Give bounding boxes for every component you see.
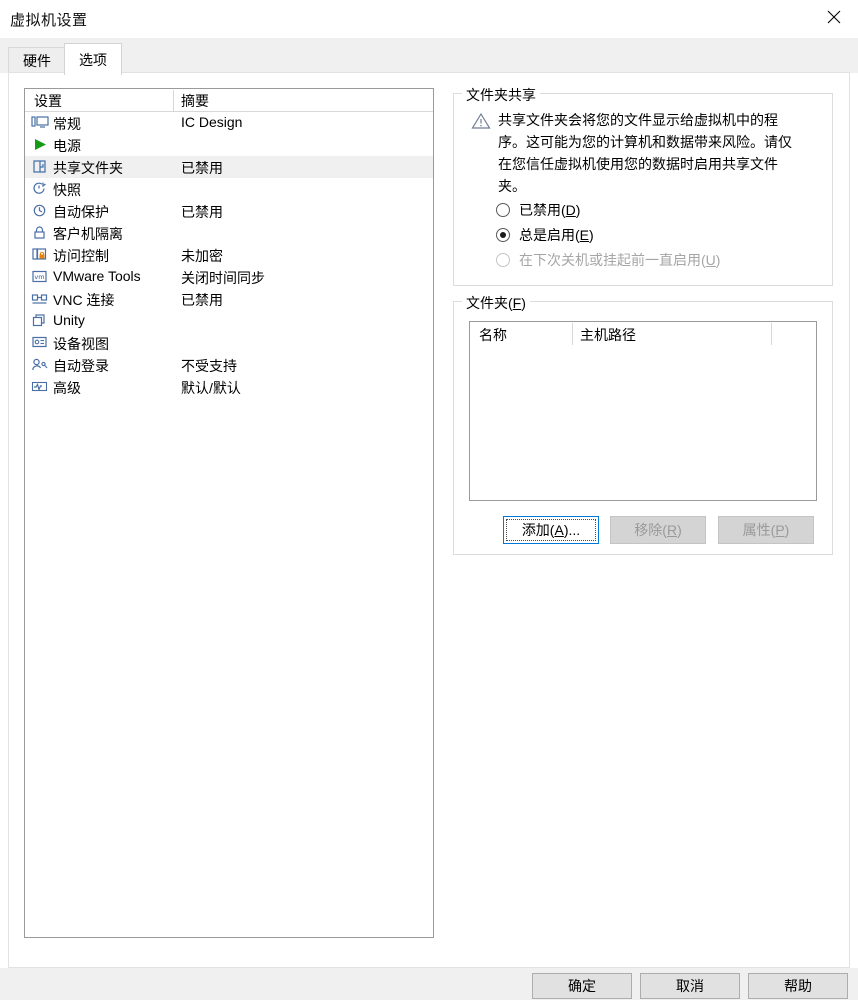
settings-row-summary: 未加密 xyxy=(181,248,223,264)
advanced-wave-icon xyxy=(31,379,49,395)
radio-until-shutdown: 在下次关机或挂起前一直启用(U) xyxy=(496,248,720,272)
cancel-button[interactable]: 取消 xyxy=(640,973,740,999)
cancel-button-label: 取消 xyxy=(676,978,704,994)
settings-row-label: VMware Tools xyxy=(53,268,141,284)
folder-sharing-warning-text: 共享文件夹会将您的文件显示给虚拟机中的程序。这可能为您的计算机和数据带来风险。请… xyxy=(498,112,792,194)
settings-row-label: 客户机隔离 xyxy=(53,226,123,242)
settings-row-summary: 已禁用 xyxy=(181,204,223,220)
column-header-name: 名称 xyxy=(479,327,507,343)
folder-sharing-legend: 文件夹共享 xyxy=(462,85,540,105)
remove-folder-button: 移除(R) xyxy=(610,516,706,544)
warning-triangle-icon xyxy=(471,112,491,130)
radio-mark-icon xyxy=(496,228,510,242)
column-divider xyxy=(173,90,174,111)
snapshot-clock-icon xyxy=(31,181,49,197)
help-button[interactable]: 帮助 xyxy=(748,973,848,999)
tab-options[interactable]: 选项 xyxy=(64,43,122,75)
settings-row-label: 访问控制 xyxy=(53,248,109,264)
lock-icon xyxy=(31,225,49,241)
shared-folders-table-header: 名称 主机路径 xyxy=(470,322,816,346)
settings-row-summary: 不受支持 xyxy=(181,358,237,374)
tab-hardware[interactable]: 硬件 xyxy=(8,47,66,74)
radio-always-enabled[interactable]: 总是启用(E) xyxy=(496,223,594,247)
radio-disabled[interactable]: 已禁用(D) xyxy=(496,198,580,222)
folder-sharing-group: 文件夹共享 共享文件夹会将您的文件显示给虚拟机中的程序。这可能为您的计算机和数据… xyxy=(453,85,833,286)
radio-until-shutdown-label: 在下次关机或挂起前一直启用(U) xyxy=(519,252,721,268)
settings-row-general[interactable]: 常规 IC Design xyxy=(25,112,433,134)
column-divider xyxy=(771,323,772,345)
window-title: 虚拟机设置 xyxy=(10,12,88,29)
settings-row-power[interactable]: 电源 xyxy=(25,134,433,156)
settings-row-label: 自动保护 xyxy=(53,204,109,220)
settings-row-summary: 已禁用 xyxy=(181,160,223,176)
settings-list-header: 设置 摘要 xyxy=(25,89,433,112)
ok-button[interactable]: 确定 xyxy=(532,973,632,999)
close-button[interactable] xyxy=(812,0,858,32)
title-bar: 虚拟机设置 xyxy=(0,0,858,38)
settings-row-autoprotect[interactable]: 自动保护 已禁用 xyxy=(25,200,433,222)
settings-row-auto-login[interactable]: 自动登录 不受支持 xyxy=(25,354,433,376)
settings-row-vnc[interactable]: VNC 连接 已禁用 xyxy=(25,288,433,310)
settings-row-snapshot[interactable]: 快照 xyxy=(25,178,433,200)
radio-mark-icon xyxy=(496,253,510,267)
settings-row-summary: IC Design xyxy=(181,114,243,130)
settings-row-summary: 关闭时间同步 xyxy=(181,270,265,286)
settings-row-label: 快照 xyxy=(53,182,81,198)
vnc-network-icon xyxy=(31,291,49,307)
settings-row-device-view[interactable]: 设备视图 xyxy=(25,332,433,354)
tab-strip: 硬件 选项 xyxy=(0,38,858,75)
settings-row-access-control[interactable]: 访问控制 未加密 xyxy=(25,244,433,266)
settings-row-shared-folders[interactable]: 共享文件夹 已禁用 xyxy=(25,156,433,178)
column-divider xyxy=(572,323,573,345)
column-header-setting: 设置 xyxy=(34,93,62,109)
shared-folder-icon xyxy=(31,159,49,175)
settings-row-label: 常规 xyxy=(53,116,81,132)
column-header-host-path: 主机路径 xyxy=(580,327,636,343)
folder-properties-button: 属性(P) xyxy=(718,516,814,544)
vmware-tools-icon: vm xyxy=(31,269,49,285)
folder-properties-label: 属性(P) xyxy=(742,522,790,538)
settings-row-label: 电源 xyxy=(53,138,81,154)
device-view-icon xyxy=(31,335,49,351)
dialog-footer: 确定 取消 帮助 xyxy=(0,968,858,1000)
shared-folders-table[interactable]: 名称 主机路径 xyxy=(469,321,817,501)
ok-button-label: 确定 xyxy=(568,978,596,994)
monitor-icon xyxy=(31,115,49,131)
auto-login-user-icon xyxy=(31,357,49,373)
tab-options-label: 选项 xyxy=(79,51,107,68)
folders-group: 文件夹(F) 名称 主机路径 添加(A)... 移除(R) 属性(P) xyxy=(453,293,833,555)
settings-row-vmware-tools[interactable]: vm VMware Tools 关闭时间同步 xyxy=(25,266,433,288)
settings-row-summary: 已禁用 xyxy=(181,292,223,308)
column-header-summary: 摘要 xyxy=(181,93,209,109)
settings-row-label: VNC 连接 xyxy=(53,292,115,308)
settings-row-advanced[interactable]: 高级 默认/默认 xyxy=(25,376,433,398)
svg-text:vm: vm xyxy=(34,273,44,281)
folders-legend: 文件夹(F) xyxy=(462,293,530,313)
settings-list[interactable]: 设置 摘要 常规 IC Design 电源 共享文件夹 已禁用 快照 自动保护 … xyxy=(24,88,434,938)
autoprotect-clock-icon xyxy=(31,203,49,219)
help-button-label: 帮助 xyxy=(784,978,812,994)
unity-windows-icon xyxy=(31,313,49,329)
settings-row-label: Unity xyxy=(53,312,85,328)
settings-row-label: 高级 xyxy=(53,380,81,396)
radio-mark-icon xyxy=(496,203,510,217)
tab-hardware-label: 硬件 xyxy=(23,53,51,69)
power-play-icon xyxy=(31,137,49,153)
access-control-icon xyxy=(31,247,49,263)
radio-always-enabled-label: 总是启用(E) xyxy=(519,227,594,243)
radio-disabled-label: 已禁用(D) xyxy=(519,202,581,218)
add-folder-button[interactable]: 添加(A)... xyxy=(503,516,599,544)
settings-row-summary: 默认/默认 xyxy=(181,380,241,396)
settings-row-label: 设备视图 xyxy=(53,336,109,352)
settings-row-label: 共享文件夹 xyxy=(53,160,123,176)
settings-row-unity[interactable]: Unity xyxy=(25,310,433,332)
settings-row-guest-isolation[interactable]: 客户机隔离 xyxy=(25,222,433,244)
settings-row-label: 自动登录 xyxy=(53,358,109,374)
focus-outline xyxy=(506,519,596,541)
remove-folder-label: 移除(R) xyxy=(634,522,682,538)
